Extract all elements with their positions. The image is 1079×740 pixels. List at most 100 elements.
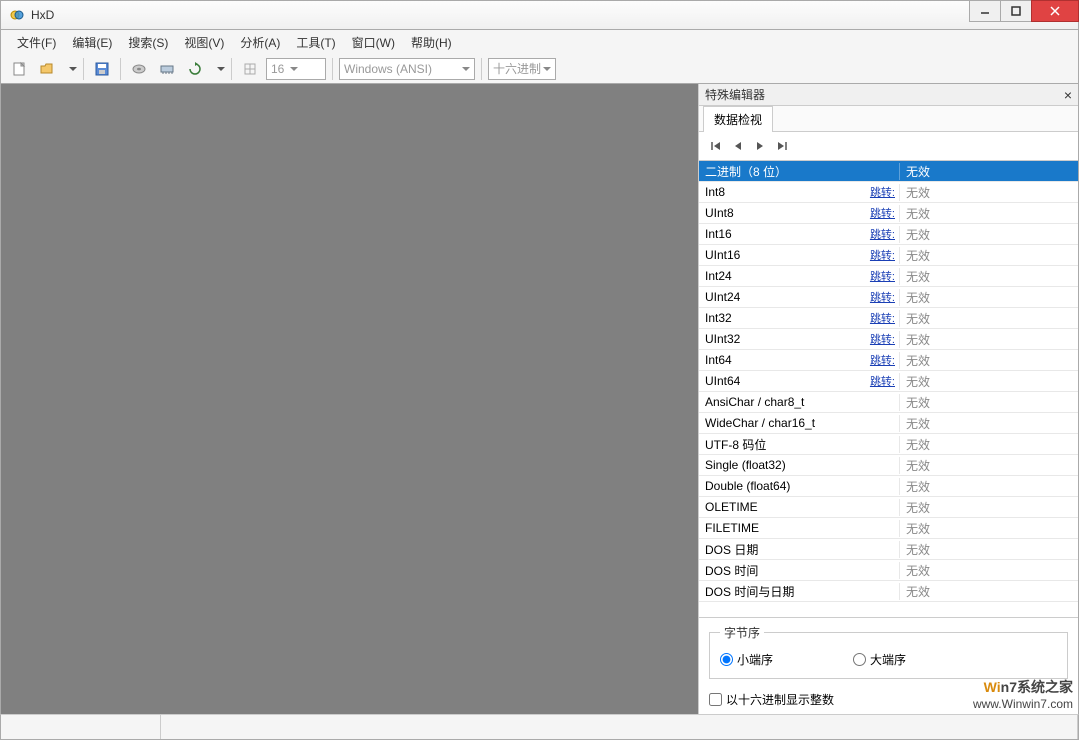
menu-edit[interactable]: 编辑(E) (64, 31, 120, 54)
table-row[interactable]: Single (float32)无效 (699, 455, 1078, 476)
table-row[interactable]: Int24跳转:无效 (699, 266, 1078, 287)
disk-icon[interactable] (127, 57, 151, 81)
number-base-combo[interactable]: 十六进制 (488, 58, 556, 80)
jump-link[interactable]: 跳转: (870, 250, 895, 262)
menu-analysis[interactable]: 分析(A) (232, 31, 288, 54)
status-cell (161, 715, 1078, 739)
value-cell[interactable]: 无效 (899, 352, 1078, 369)
radio-big-endian-input[interactable] (853, 653, 866, 666)
jump-cell: 跳转: (869, 247, 899, 263)
value-cell[interactable]: 无效 (899, 541, 1078, 558)
hex-integers-checkbox[interactable] (709, 693, 722, 706)
nav-prev-icon[interactable] (729, 137, 747, 155)
value-cell[interactable]: 无效 (899, 394, 1078, 411)
data-inspector-table[interactable]: 二进制（8 位）无效Int8跳转:无效UInt8跳转:无效Int16跳转:无效U… (699, 160, 1078, 617)
jump-link[interactable]: 跳转: (870, 208, 895, 220)
value-cell[interactable]: 无效 (899, 457, 1078, 474)
value-cell[interactable]: 无效 (899, 247, 1078, 264)
value-cell[interactable]: 无效 (899, 184, 1078, 201)
radio-big-endian[interactable]: 大端序 (853, 651, 906, 668)
table-row[interactable]: WideChar / char16_t无效 (699, 413, 1078, 434)
ram-icon[interactable] (155, 57, 179, 81)
value-cell[interactable]: 无效 (899, 310, 1078, 327)
type-name-cell: 二进制（8 位） (699, 163, 869, 180)
table-row[interactable]: DOS 日期无效 (699, 539, 1078, 560)
table-row[interactable]: UInt64跳转:无效 (699, 371, 1078, 392)
jump-link[interactable]: 跳转: (870, 376, 895, 388)
open-file-icon[interactable] (35, 57, 59, 81)
close-button[interactable] (1031, 0, 1079, 22)
table-row[interactable]: UInt8跳转:无效 (699, 203, 1078, 224)
table-row[interactable]: OLETIME无效 (699, 497, 1078, 518)
refresh-icon[interactable] (183, 57, 207, 81)
hex-integers-row: 以十六进制显示整数 (699, 685, 1078, 714)
jump-cell: 跳转: (869, 310, 899, 326)
table-row[interactable]: 二进制（8 位） 无效 (699, 161, 1078, 182)
value-cell[interactable]: 无效 (899, 520, 1078, 537)
menu-window[interactable]: 窗口(W) (344, 31, 403, 54)
data-inspector-panel: 特殊编辑器 × 数据检视 二进制（8 位）无效Int8跳转:无效UInt8跳转:… (698, 84, 1078, 714)
value-cell[interactable]: 无效 (899, 583, 1078, 600)
value-cell[interactable]: 无效 (899, 373, 1078, 390)
value-cell[interactable]: 无效 (899, 331, 1078, 348)
value-cell[interactable]: 无效 (899, 562, 1078, 579)
table-row[interactable]: AnsiChar / char8_t无效 (699, 392, 1078, 413)
table-row[interactable]: UTF-8 码位无效 (699, 434, 1078, 455)
bytes-per-row-combo[interactable]: 16 (266, 58, 326, 80)
jump-cell: 跳转: (869, 373, 899, 389)
jump-cell: 跳转: (869, 331, 899, 347)
value-cell[interactable]: 无效 (899, 499, 1078, 516)
table-row[interactable]: UInt24跳转:无效 (699, 287, 1078, 308)
chevron-down-icon (543, 62, 551, 76)
jump-link[interactable]: 跳转: (870, 229, 895, 241)
radio-little-endian-input[interactable] (720, 653, 733, 666)
toggle-icon[interactable] (238, 57, 262, 81)
jump-link[interactable]: 跳转: (870, 292, 895, 304)
value-cell[interactable]: 无效 (899, 226, 1078, 243)
open-dropdown-icon[interactable] (69, 62, 77, 76)
value-cell[interactable]: 无效 (899, 415, 1078, 432)
radio-little-endian[interactable]: 小端序 (720, 651, 773, 668)
jump-link[interactable]: 跳转: (870, 187, 895, 199)
nav-last-icon[interactable] (773, 137, 791, 155)
jump-link[interactable]: 跳转: (870, 313, 895, 325)
jump-link[interactable]: 跳转: (870, 355, 895, 367)
separator (332, 58, 333, 80)
jump-link[interactable]: 跳转: (870, 334, 895, 346)
menu-file[interactable]: 文件(F) (9, 31, 64, 54)
nav-next-icon[interactable] (751, 137, 769, 155)
tab-data-view[interactable]: 数据检视 (703, 106, 773, 132)
menu-tools[interactable]: 工具(T) (288, 31, 343, 54)
table-row[interactable]: Int32跳转:无效 (699, 308, 1078, 329)
jump-cell: 跳转: (869, 184, 899, 200)
table-row[interactable]: DOS 时间与日期无效 (699, 581, 1078, 602)
refresh-dropdown-icon[interactable] (217, 62, 225, 76)
charset-combo[interactable]: Windows (ANSI) (339, 58, 475, 80)
jump-link[interactable]: 跳转: (870, 271, 895, 283)
table-row[interactable]: FILETIME无效 (699, 518, 1078, 539)
nav-first-icon[interactable] (707, 137, 725, 155)
value-cell[interactable]: 无效 (899, 436, 1078, 453)
value-cell[interactable]: 无效 (899, 478, 1078, 495)
inspector-close-icon[interactable]: × (1064, 87, 1072, 103)
table-row[interactable]: Int16跳转:无效 (699, 224, 1078, 245)
table-row[interactable]: DOS 时间无效 (699, 560, 1078, 581)
value-cell[interactable]: 无效 (899, 205, 1078, 222)
value-cell[interactable]: 无效 (899, 289, 1078, 306)
menu-view[interactable]: 视图(V) (176, 31, 232, 54)
menu-help[interactable]: 帮助(H) (403, 31, 460, 54)
byte-order-legend: 字节序 (720, 624, 764, 641)
save-icon[interactable] (90, 57, 114, 81)
new-file-icon[interactable] (7, 57, 31, 81)
table-row[interactable]: Int8跳转:无效 (699, 182, 1078, 203)
menu-search[interactable]: 搜索(S) (120, 31, 176, 54)
minimize-button[interactable] (969, 0, 1001, 22)
table-row[interactable]: Int64跳转:无效 (699, 350, 1078, 371)
value-cell[interactable]: 无效 (899, 163, 1078, 180)
table-row[interactable]: UInt16跳转:无效 (699, 245, 1078, 266)
table-row[interactable]: UInt32跳转:无效 (699, 329, 1078, 350)
maximize-button[interactable] (1000, 0, 1032, 22)
value-cell[interactable]: 无效 (899, 268, 1078, 285)
table-row[interactable]: Double (float64)无效 (699, 476, 1078, 497)
hex-editor-area[interactable] (1, 84, 698, 714)
